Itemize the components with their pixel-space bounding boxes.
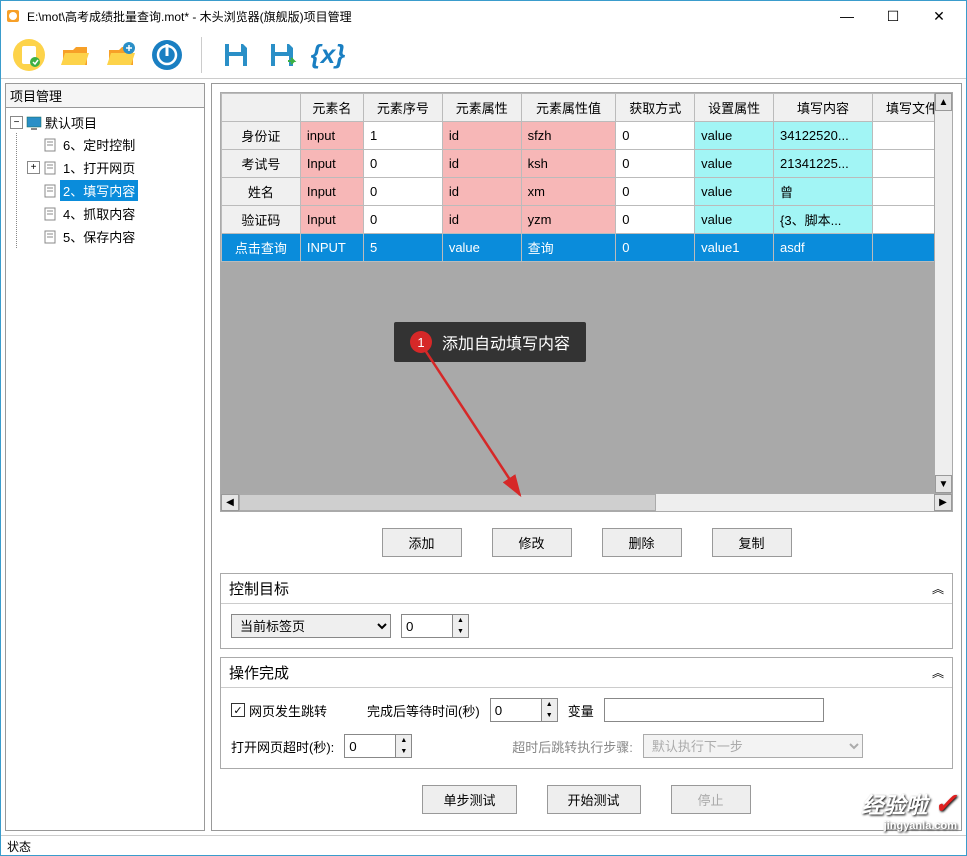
step-select[interactable]: 默认执行下一步 — [643, 734, 863, 758]
app-icon — [5, 8, 21, 24]
edit-button[interactable]: 修改 — [492, 528, 572, 557]
start-test-button[interactable]: 开始测试 — [547, 785, 641, 814]
delete-button[interactable]: 删除 — [602, 528, 682, 557]
tree-root-label[interactable]: 默认项目 — [45, 113, 97, 132]
tree-item[interactable]: 1、打开网页 — [60, 157, 138, 178]
tree-item[interactable]: 4、抓取内容 — [60, 203, 138, 224]
horizontal-scrollbar[interactable]: ◀ ▶ — [221, 493, 952, 511]
titlebar: E:\mot\高考成绩批量查询.mot* - 木头浏览器(旗舰版)项目管理 — … — [1, 1, 966, 31]
timeout-spinner[interactable]: ▲▼ — [344, 734, 412, 758]
column-header[interactable]: 元素属性 — [442, 94, 521, 122]
scroll-left-icon[interactable]: ◀ — [221, 494, 239, 511]
section-title: 操作完成 — [229, 662, 289, 683]
collapse-icon[interactable]: ︽ — [932, 664, 944, 681]
toolbar-fx-icon[interactable]: {x} — [310, 37, 346, 73]
column-header[interactable]: 元素属性值 — [521, 94, 616, 122]
var-label: 变量 — [568, 701, 594, 720]
var-input[interactable] — [604, 698, 824, 722]
table-row[interactable]: 姓名Input0idxm0value曾 — [222, 178, 952, 206]
operation-complete-section: 操作完成 ︽ ✓ 网页发生跳转 完成后等待时间(秒) ▲▼ — [220, 657, 953, 769]
tree-expand-icon[interactable]: + — [27, 161, 40, 174]
tree-item[interactable]: 5、保存内容 — [60, 226, 138, 247]
tree-item[interactable]: 2、填写内容 — [60, 180, 138, 201]
table-row[interactable]: 验证码Input0idyzm0value{3、脚本... — [222, 206, 952, 234]
toolbar-open-icon[interactable] — [57, 37, 93, 73]
document-icon — [43, 161, 57, 175]
step-test-button[interactable]: 单步测试 — [422, 785, 516, 814]
step-badge: 1 — [410, 331, 432, 353]
project-tree[interactable]: − 默认项目 6、定时控制 +1、打开网页2、填写内容4、抓取内容5、保存内容 — [6, 108, 204, 252]
scroll-down-icon[interactable]: ▼ — [935, 475, 952, 493]
control-target-section: 控制目标 ︽ 当前标签页 ▲▼ — [220, 573, 953, 649]
table-row[interactable]: 点击查询INPUT5value查询0value1asdf — [222, 234, 952, 262]
document-icon — [43, 184, 57, 198]
table-row[interactable]: 身份证input1idsfzh0value34122520... — [222, 122, 952, 150]
window-title: E:\mot\高考成绩批量查询.mot* - 木头浏览器(旗舰版)项目管理 — [27, 8, 824, 25]
toolbar-save-icon[interactable] — [218, 37, 254, 73]
document-icon — [43, 207, 57, 221]
add-button[interactable]: 添加 — [382, 528, 462, 557]
document-icon — [43, 138, 57, 152]
toolbar-new-icon[interactable] — [11, 37, 47, 73]
tooltip-callout: 1 添加自动填写内容 — [394, 322, 586, 362]
column-header[interactable]: 设置属性 — [695, 94, 774, 122]
tree-collapse-icon[interactable]: − — [10, 116, 23, 129]
column-header[interactable]: 填写内容 — [774, 94, 873, 122]
scroll-up-icon[interactable]: ▲ — [935, 93, 952, 111]
watermark: 经验啦 ✓ jingyanla.com — [861, 787, 957, 832]
minimize-button[interactable]: — — [824, 1, 870, 31]
data-grid[interactable]: 元素名元素序号元素属性元素属性值获取方式设置属性填写内容填写文件身份证input… — [220, 92, 953, 512]
sidebar: 项目管理 − 默认项目 6、定时控制 +1、打开网页2、填写内容4、抓取内容5、保… — [5, 83, 205, 831]
toolbar-saveas-icon[interactable] — [264, 37, 300, 73]
maximize-button[interactable]: ☐ — [870, 1, 916, 31]
table-row[interactable]: 考试号Input0idksh0value21341225... — [222, 150, 952, 178]
timeout-label: 打开网页超时(秒): — [231, 737, 334, 756]
statusbar: 状态 — [1, 835, 966, 855]
tree-item[interactable]: 6、定时控制 — [60, 134, 138, 155]
sidebar-title: 项目管理 — [6, 84, 204, 108]
target-select[interactable]: 当前标签页 — [231, 614, 391, 638]
stop-button[interactable]: 停止 — [671, 785, 751, 814]
main-panel: 元素名元素序号元素属性元素属性值获取方式设置属性填写内容填写文件身份证input… — [211, 83, 962, 831]
scroll-right-icon[interactable]: ▶ — [934, 494, 952, 511]
close-button[interactable]: ✕ — [916, 1, 962, 31]
page-redirect-checkbox[interactable]: ✓ 网页发生跳转 — [231, 701, 327, 720]
toolbar-power-icon[interactable] — [149, 37, 185, 73]
vertical-scrollbar[interactable]: ▲ ▼ — [934, 93, 952, 493]
toolbar: {x} — [1, 31, 966, 79]
target-index-spinner[interactable]: ▲▼ — [401, 614, 469, 638]
column-header[interactable] — [222, 94, 301, 122]
collapse-icon[interactable]: ︽ — [932, 580, 944, 597]
wait-spinner[interactable]: ▲▼ — [490, 698, 558, 722]
step-label: 超时后跳转执行步骤: — [512, 737, 633, 756]
copy-button[interactable]: 复制 — [712, 528, 792, 557]
column-header[interactable]: 元素序号 — [363, 94, 442, 122]
wait-label: 完成后等待时间(秒) — [367, 701, 480, 720]
document-icon — [43, 230, 57, 244]
callout-text: 添加自动填写内容 — [442, 330, 570, 354]
column-header[interactable]: 元素名 — [300, 94, 363, 122]
column-header[interactable]: 获取方式 — [616, 94, 695, 122]
toolbar-add-folder-icon[interactable] — [103, 37, 139, 73]
screen-icon — [26, 116, 42, 130]
section-title: 控制目标 — [229, 578, 289, 599]
